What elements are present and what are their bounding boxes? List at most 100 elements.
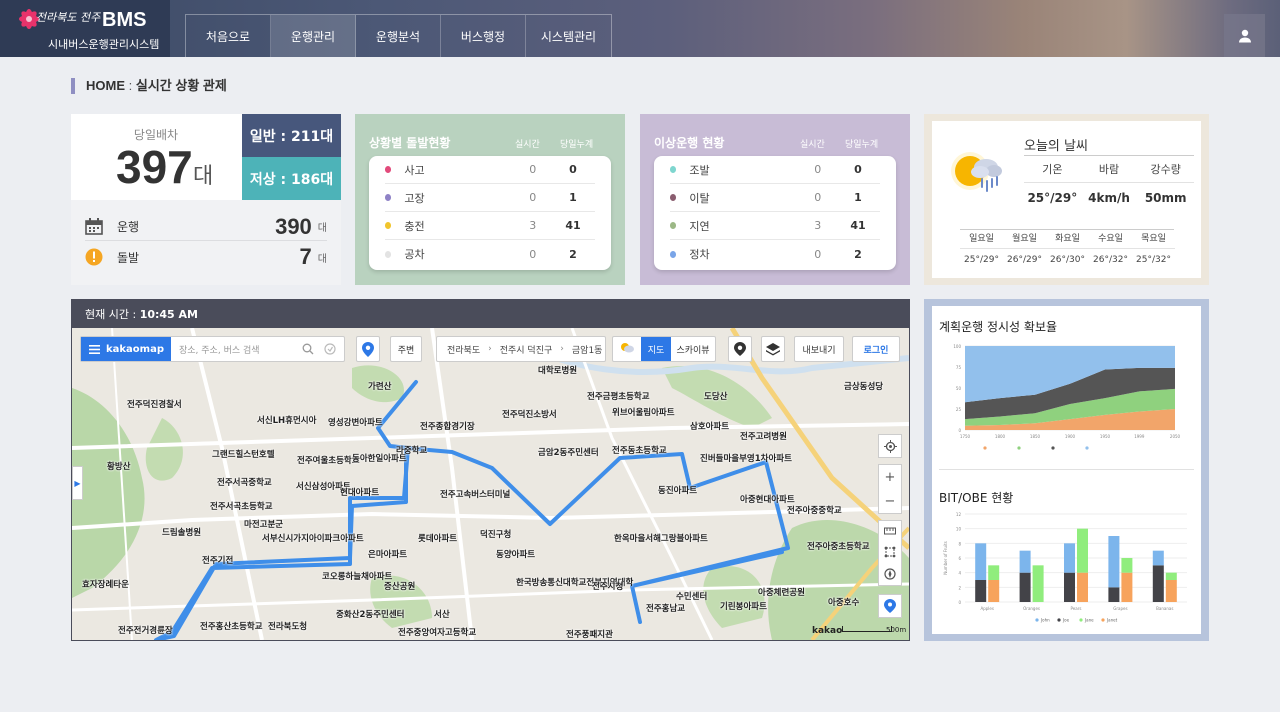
bar[interactable] [1121,558,1133,573]
map-place-label[interactable]: 전주아중초등학교 [807,540,870,552]
export-button[interactable]: 내보내기 [794,336,844,362]
map-place-label[interactable]: 효자장례타운 [82,578,129,590]
legend-swatch[interactable] [1017,446,1021,450]
map-place-label[interactable]: 전주서곡중학교 [217,476,272,488]
map-place-label[interactable]: 가련산 [368,380,391,392]
map-place-label[interactable]: 전주여울초등학교 [297,454,360,466]
kakaomap-menu-button[interactable]: kakaomap [81,337,171,361]
map-place-label[interactable]: 한옥마을서해그랑블아파트 [614,532,708,544]
map-place-label[interactable]: 서신LH휴먼시아 [257,414,316,426]
address-city[interactable]: 전주시 덕진구 [500,343,553,356]
map-view-button[interactable]: 지도 [641,337,671,361]
directions-icon[interactable] [324,343,336,355]
list-item[interactable]: 공차 0 2 [385,240,595,268]
bar[interactable] [988,565,1000,580]
bar[interactable] [1152,550,1164,566]
map-place-label[interactable]: 위브어울림아파트 [612,406,675,418]
nav-item-admin[interactable]: 버스행정 [441,15,526,57]
map-place-label[interactable]: 전주덕진소방서 [502,408,557,420]
address-province[interactable]: 전라북도 [447,343,480,356]
map-place-label[interactable]: 서산 [434,608,450,620]
map-place-label[interactable]: 대학로병원 [538,364,577,376]
map-place-label[interactable]: 전주고려병원 [740,430,787,442]
map-place-label[interactable]: 도당산 [704,390,727,402]
map-place-label[interactable]: 전주고속버스터미널 [440,488,510,500]
breadcrumb-home[interactable]: HOME [86,78,125,93]
map-place-label[interactable]: 전주시청 [592,580,623,592]
area-measure-icon[interactable] [884,546,896,558]
map-place-label[interactable]: 전주중앙여자고등학교 [398,626,476,638]
skyview-button[interactable]: 스카이뷰 [671,343,715,356]
map-place-label[interactable]: 중화산2동주민센터 [336,608,404,620]
bar[interactable] [1077,572,1088,602]
legend-swatch[interactable] [1051,446,1055,450]
legend-swatch[interactable] [1057,618,1061,622]
map-place-label[interactable]: 그랜드힐스턴호텔 [212,448,275,460]
bar[interactable] [1032,565,1044,602]
bar[interactable] [1165,572,1177,580]
bar[interactable] [975,543,987,580]
logo[interactable]: 전라북도 전주 BMS 시내버스운행관리시스템 [0,0,170,57]
bar[interactable] [1064,572,1075,602]
current-location-control[interactable] [878,434,902,458]
login-button[interactable]: 로그인 [852,336,900,362]
map-place-label[interactable]: 전주아중중학교 [787,504,842,516]
user-button[interactable] [1224,14,1265,57]
map-place-label[interactable]: 증산공원 [384,580,415,592]
bar[interactable] [1108,587,1120,602]
list-item[interactable]: 이탈 0 1 [670,184,880,212]
map-place-label[interactable]: 전주기전 [202,554,233,566]
address-dong[interactable]: 금암1동 [572,343,603,356]
layers-button[interactable] [761,336,785,362]
street-view-control[interactable] [878,594,902,618]
map-place-label[interactable]: 전주서곡초등학교 [210,500,273,512]
map-place-label[interactable]: 현대아파트 [340,486,379,498]
map-place-label[interactable]: 전주홍산초등학교 [200,620,263,632]
bar[interactable] [1019,572,1031,602]
legend-swatch[interactable] [983,446,987,450]
list-item[interactable]: 정차 0 2 [670,240,880,268]
bar[interactable] [975,580,987,602]
legend-swatch[interactable] [1035,618,1039,622]
map-place-label[interactable]: 동진아파트 [658,484,697,496]
map-place-label[interactable]: 동양아파트 [496,548,535,560]
nearby-button[interactable]: 주변 [390,336,422,362]
bar[interactable] [1019,550,1031,573]
my-location-button[interactable] [356,336,380,362]
legend-swatch[interactable] [1085,446,1089,450]
map-place-label[interactable]: 전주동초등학교 [612,444,667,456]
map-place-label[interactable]: 전주전거경륜장 [118,624,173,636]
bar[interactable] [1121,572,1133,602]
nav-item-analysis[interactable]: 운행분석 [356,15,441,57]
bar[interactable] [1108,536,1120,588]
bar[interactable] [1165,580,1177,602]
map-place-label[interactable]: 전주홍남교 [646,602,685,614]
map-place-label[interactable]: 전주풍패지관 [566,628,613,640]
map-place-label[interactable]: 영성강변아파트 [328,416,383,428]
map-place-label[interactable]: 코오롱하늘채아파트 [322,570,392,582]
map-place-label[interactable]: 마전고분군 [244,518,283,530]
bar[interactable] [988,580,1000,602]
legend-swatch[interactable] [1079,618,1083,622]
map-place-label[interactable]: 덕진구청 [480,528,511,540]
marker-button[interactable] [728,336,752,362]
map-place-label[interactable]: 진버들마을부영1차아파트 [700,452,792,464]
map-place-label[interactable]: 롯데아파트 [418,532,457,544]
zoom-out-icon[interactable]: − [885,494,896,509]
ruler-icon[interactable] [884,526,896,536]
nav-item-system[interactable]: 시스템관리 [526,15,611,57]
legend-swatch[interactable] [1101,618,1105,622]
expand-panel-button[interactable]: ▶ [72,466,83,500]
bar[interactable] [1152,565,1164,602]
bar[interactable] [1064,543,1075,573]
search-icon[interactable] [302,343,314,355]
map-place-label[interactable]: 삼호아파트 [690,420,729,432]
map-place-label[interactable]: 전라북도청 [268,620,307,632]
ontime-area-chart[interactable]: 0 25 50 75 100 1750 1800 1850 1900 1950 1999 2050 [939,342,1194,462]
list-item[interactable]: 사고 0 0 [385,156,595,184]
list-item[interactable]: 조발 0 0 [670,156,880,184]
bar[interactable] [1077,528,1088,573]
list-item[interactable]: 지연 3 41 [670,212,880,240]
compass-icon[interactable] [884,568,896,580]
map-place-label[interactable]: 라중학교 [396,444,427,456]
